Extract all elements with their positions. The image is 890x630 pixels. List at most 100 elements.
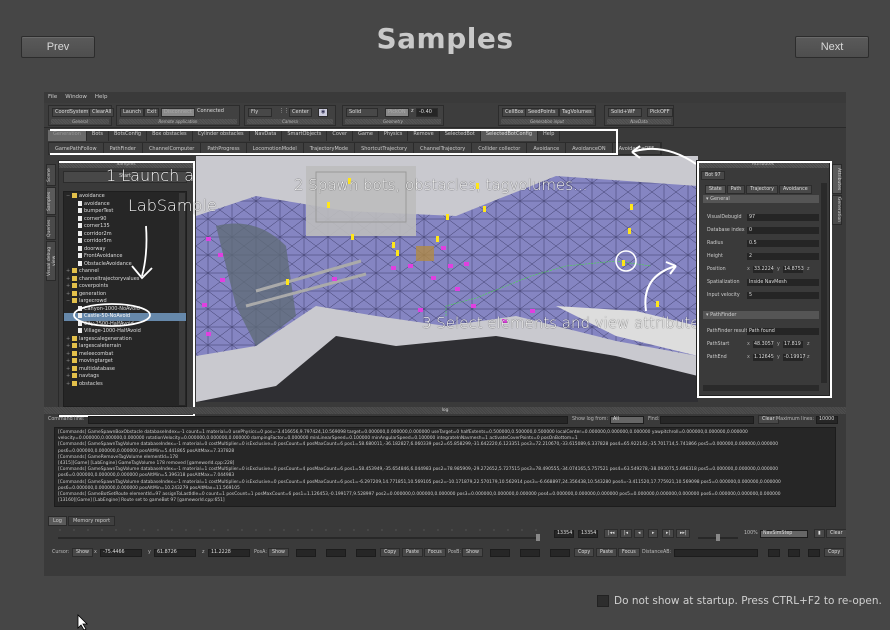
speed-handle[interactable] [716,534,720,541]
attributes-hscrollbar[interactable] [703,385,819,391]
go-end-icon[interactable]: ▸▸| [676,529,691,538]
posb-show-button[interactable]: Show [462,548,483,557]
tree-folder[interactable]: + navtags [64,373,186,381]
dock-tab-samples[interactable]: Samples [46,187,56,215]
dock-tab-attributes[interactable]: Attributes [832,164,842,194]
timeline-handle[interactable] [536,534,540,541]
posb-copy-button[interactable]: Copy [574,548,595,557]
tree-folder[interactable]: + largescalegeneration [64,335,186,344]
clearall-button[interactable]: ClearAll [89,108,115,117]
show-log-from-select[interactable]: All [610,416,644,424]
tree-folder[interactable]: + channeltrajectoryvalues [64,275,186,284]
tree-sample[interactable]: Village-1000-HalfAvoid [64,328,186,336]
posa-y-field[interactable] [326,549,346,557]
posa-focus-button[interactable]: Focus [424,548,446,557]
z-offset-spinbox[interactable]: -0.40 [416,108,438,117]
pick-off-button[interactable]: PickOFF [647,108,673,117]
posb-z-field[interactable] [550,549,570,557]
posa-z-field[interactable] [356,549,376,557]
tab-memory-report[interactable]: Memory report [67,516,116,526]
tree-folder[interactable]: + coverpoints [64,283,186,291]
dock-tab-visual-debug[interactable]: Visual debug view [46,241,57,281]
max-frame[interactable]: 13354 [578,530,598,538]
posb-paste-button[interactable]: Paste [596,548,617,557]
exit-button[interactable]: Exit [144,108,160,117]
distance-y-field[interactable] [788,549,800,557]
eye-icon[interactable]: ◉ [318,108,329,117]
geometry-render-select[interactable]: Solid [346,108,378,117]
play-icon[interactable]: ▸ [648,529,659,538]
disconnect-button[interactable]: Disconnect [161,108,195,117]
center-button[interactable]: Center [289,108,312,117]
launch-button[interactable]: Launch [120,108,145,117]
coordsystem-button[interactable]: CoordSystem [52,108,92,117]
distance-field[interactable] [674,549,758,557]
tab-state[interactable]: State [705,185,726,194]
pick-on-button[interactable]: PickON [385,108,409,117]
tree-folder[interactable]: + generation [64,290,186,299]
record-icon[interactable]: ▮ [814,529,825,538]
tree-folder[interactable]: + multidatabase [64,365,186,374]
posb-focus-button[interactable]: Focus [618,548,640,557]
dock-tab-generation[interactable]: Generation [832,195,842,225]
timeline-clear-button[interactable]: Clear [826,529,846,538]
navdata-render-select[interactable]: Solid+WF [608,108,642,117]
tree-folder[interactable]: + channel [64,268,186,276]
tree-sample[interactable]: ObstacleAvoidance [64,260,186,269]
step-back-icon[interactable]: |◂ [620,529,633,538]
command-line-input[interactable] [88,416,568,424]
attributes-vscrollbar[interactable] [821,183,827,383]
tree-sample[interactable]: corner90 [64,215,186,224]
cellbox-button[interactable]: CellBox [502,108,527,117]
distance-z-field[interactable] [808,549,820,557]
tree-sample[interactable]: corner135 [64,223,186,231]
tree-folder[interactable]: + obstacles [64,380,186,389]
tree-folder[interactable]: + movingtarget [64,358,186,366]
bot-tab[interactable]: Bot 97 [701,171,725,180]
tree-sample[interactable]: corridor5m [64,238,186,246]
tab-path[interactable]: Path [726,185,746,194]
tagvolumes-button[interactable]: TagVolumes [559,108,595,117]
tree-folder[interactable]: + largescaleterrain [64,343,186,351]
cursor-show-button[interactable]: Show [72,548,93,557]
log-output[interactable]: [Commands] GameSpawnBoxObstacle database… [54,427,836,507]
cursor-z-field[interactable]: 11.2228 [208,549,250,557]
max-lines-input[interactable]: 10000 [816,416,838,424]
tree-sample[interactable]: corridor2m [64,230,186,239]
tab-log[interactable]: Log [48,516,67,526]
dont-show-at-startup[interactable]: Do not show at startup. Press CTRL+F2 to… [597,595,882,607]
posa-copy-button[interactable]: Copy [380,548,401,557]
menu-help[interactable]: Help [95,94,108,103]
seedpoints-button[interactable]: SeedPoints [525,108,559,117]
dock-tab-scene[interactable]: Scene [46,164,56,186]
camera-mode-select[interactable]: Fly [248,108,272,117]
posa-show-button[interactable]: Show [268,548,289,557]
section-pathfinder[interactable]: ▾ PathFinder [703,311,819,319]
3d-viewport[interactable]: 2 Spawn bots, obstacles, tagvolumes... 3… [196,156,698,402]
timeline-slider[interactable] [54,526,544,542]
tree-folder[interactable]: + meleecombat [64,350,186,359]
cursor-x-field[interactable]: -75.4466 [100,549,142,557]
cursor-y-field[interactable]: 61.8726 [154,549,196,557]
posa-paste-button[interactable]: Paste [402,548,423,557]
find-input[interactable] [660,416,754,424]
distance-x-field[interactable] [768,549,780,557]
tab-trajectory[interactable]: Trajectory [746,185,778,194]
dont-show-checkbox[interactable] [597,595,609,607]
current-frame[interactable]: 13354 [554,530,574,538]
next-button[interactable]: Next [795,36,869,58]
menu-file[interactable]: File [48,94,57,103]
tree-sample[interactable]: doorway [64,245,186,254]
tab-avoidance[interactable]: Avoidance [778,185,812,194]
menu-window[interactable]: Window [65,94,87,103]
step-mode-select[interactable]: NavSimStep [760,530,808,538]
posb-y-field[interactable] [520,549,540,557]
speed-slider[interactable] [696,526,740,542]
dock-tab-queries[interactable]: Queries [46,216,56,240]
step-forward-icon[interactable]: ▸| [662,529,675,538]
distance-copy-button[interactable]: Copy [824,548,845,557]
go-start-icon[interactable]: |◂◂ [604,529,619,538]
posa-x-field[interactable] [296,549,316,557]
play-backward-icon[interactable]: ◂ [634,529,645,538]
section-general[interactable]: ▾ General [703,195,819,203]
